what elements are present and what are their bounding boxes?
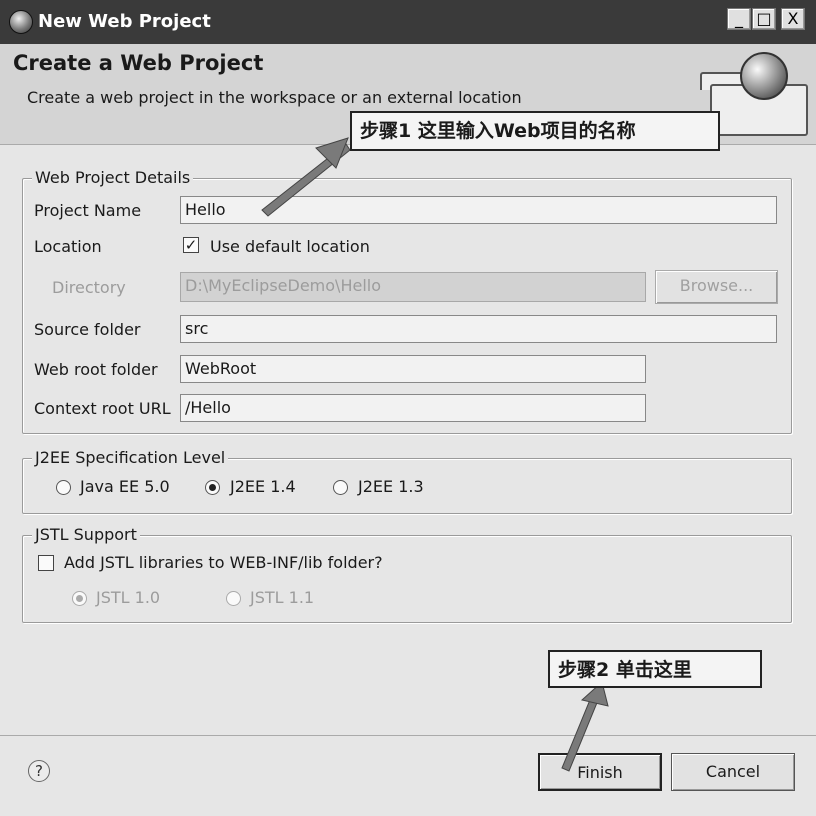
step2-callout: 步骤2 单击这里 [548,650,762,688]
arrow-icon [561,681,609,772]
arrow-icon [261,137,351,217]
step1-callout: 步骤1 这里输入Web项目的名称 [350,111,720,151]
